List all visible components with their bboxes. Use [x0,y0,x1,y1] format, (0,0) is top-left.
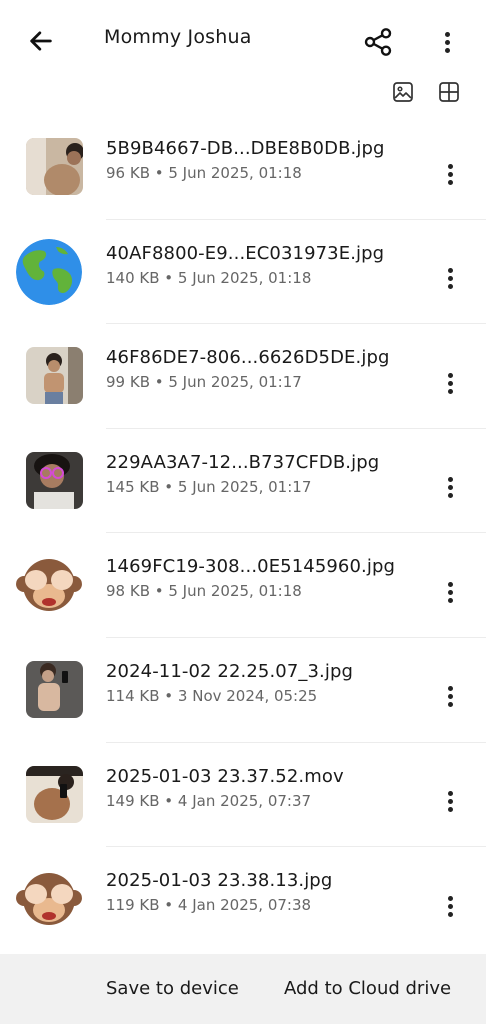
file-name: 5B9B4667-DB...DBE8B0DB.jpg [106,138,385,159]
photo-thumbnail [26,451,83,509]
save-to-device-button[interactable]: Save to device [106,978,239,999]
file-name: 2025-01-03 23.38.13.jpg [106,870,333,892]
more-vertical-icon [447,265,453,292]
list-item[interactable]: 2024-11-02 22.25.07_3.jpg 114 KB • 3 Nov… [0,636,486,742]
file-meta: 114 KB • 3 Nov 2024, 05:25 [106,686,318,705]
more-vertical-icon [447,683,453,710]
more-vertical-icon [447,370,453,397]
bottom-action-bar: Save to device Add to Cloud drive [0,954,486,1024]
more-vertical-icon [447,893,453,920]
arrow-left-icon [30,31,52,51]
see-no-evil-monkey-thumbnail [16,552,82,618]
file-meta: 99 KB • 5 Jun 2025, 01:17 [106,373,302,392]
item-more-button[interactable] [434,886,466,926]
item-more-button[interactable] [434,259,466,299]
video-thumbnail [26,765,83,823]
more-options-button[interactable] [430,22,464,62]
item-more-button[interactable] [434,154,466,194]
page-title: Mommy Joshua [104,26,252,48]
list-item[interactable]: 5B9B4667-DB...DBE8B0DB.jpg 96 KB • 5 Jun… [0,114,486,219]
more-vertical-icon [447,161,453,188]
list-item[interactable]: 2025-01-03 23.37.52.mov 149 KB • 4 Jan 2… [0,741,486,847]
share-icon [364,28,392,56]
photo-thumbnail [26,347,83,405]
see-no-evil-monkey-thumbnail [16,866,82,932]
image-icon [393,82,413,102]
back-button[interactable] [22,22,60,60]
photo-thumbnail [26,660,83,718]
globe-thumbnail [16,238,82,305]
item-more-button[interactable] [434,782,466,822]
more-vertical-icon [447,474,453,501]
more-vertical-icon [447,579,453,606]
image-view-button[interactable] [387,76,419,108]
list-item[interactable]: 40AF8800-E9...EC031973E.jpg 140 KB • 5 J… [0,218,486,324]
list-item[interactable]: 1469FC19-308...0E5145960.jpg 98 KB • 5 J… [0,532,486,637]
file-meta: 149 KB • 4 Jan 2025, 07:37 [106,791,312,810]
file-meta: 119 KB • 4 Jan 2025, 07:38 [106,896,312,915]
file-meta: 140 KB • 5 Jun 2025, 01:18 [106,268,312,287]
grid-view-button[interactable] [433,76,465,108]
file-meta: 98 KB • 5 Jun 2025, 01:18 [106,582,302,601]
monkey-icon [16,873,82,926]
file-name: 46F86DE7-806...6626D5DE.jpg [106,347,390,369]
photo-thumbnail [26,138,83,195]
file-name: 40AF8800-E9...EC031973E.jpg [106,242,385,264]
file-meta: 96 KB • 5 Jun 2025, 01:18 [106,164,302,182]
view-toggle-row [0,76,486,110]
item-more-button[interactable] [434,677,466,717]
file-list: 5B9B4667-DB...DBE8B0DB.jpg 96 KB • 5 Jun… [0,114,486,951]
file-name: 1469FC19-308...0E5145960.jpg [106,556,396,578]
globe-icon [16,238,82,305]
file-name: 229AA3A7-12...B737CFDB.jpg [106,451,380,473]
list-item[interactable]: 2025-01-03 23.38.13.jpg 119 KB • 4 Jan 2… [0,846,486,951]
add-to-cloud-drive-button[interactable]: Add to Cloud drive [284,978,451,999]
item-more-button[interactable] [434,572,466,612]
more-vertical-icon [447,788,453,815]
file-name: 2025-01-03 23.37.52.mov [106,765,344,787]
share-button[interactable] [358,22,398,62]
top-app-bar: Mommy Joshua [0,0,486,80]
file-name: 2024-11-02 22.25.07_3.jpg [106,660,354,682]
item-more-button[interactable] [434,468,466,508]
list-item[interactable]: 229AA3A7-12...B737CFDB.jpg 145 KB • 5 Ju… [0,427,486,533]
more-vertical-icon [444,29,450,56]
file-meta: 145 KB • 5 Jun 2025, 01:17 [106,477,312,496]
list-item[interactable]: 46F86DE7-806...6626D5DE.jpg 99 KB • 5 Ju… [0,323,486,428]
item-more-button[interactable] [434,363,466,403]
monkey-icon [16,559,82,612]
grid-icon [439,82,459,102]
